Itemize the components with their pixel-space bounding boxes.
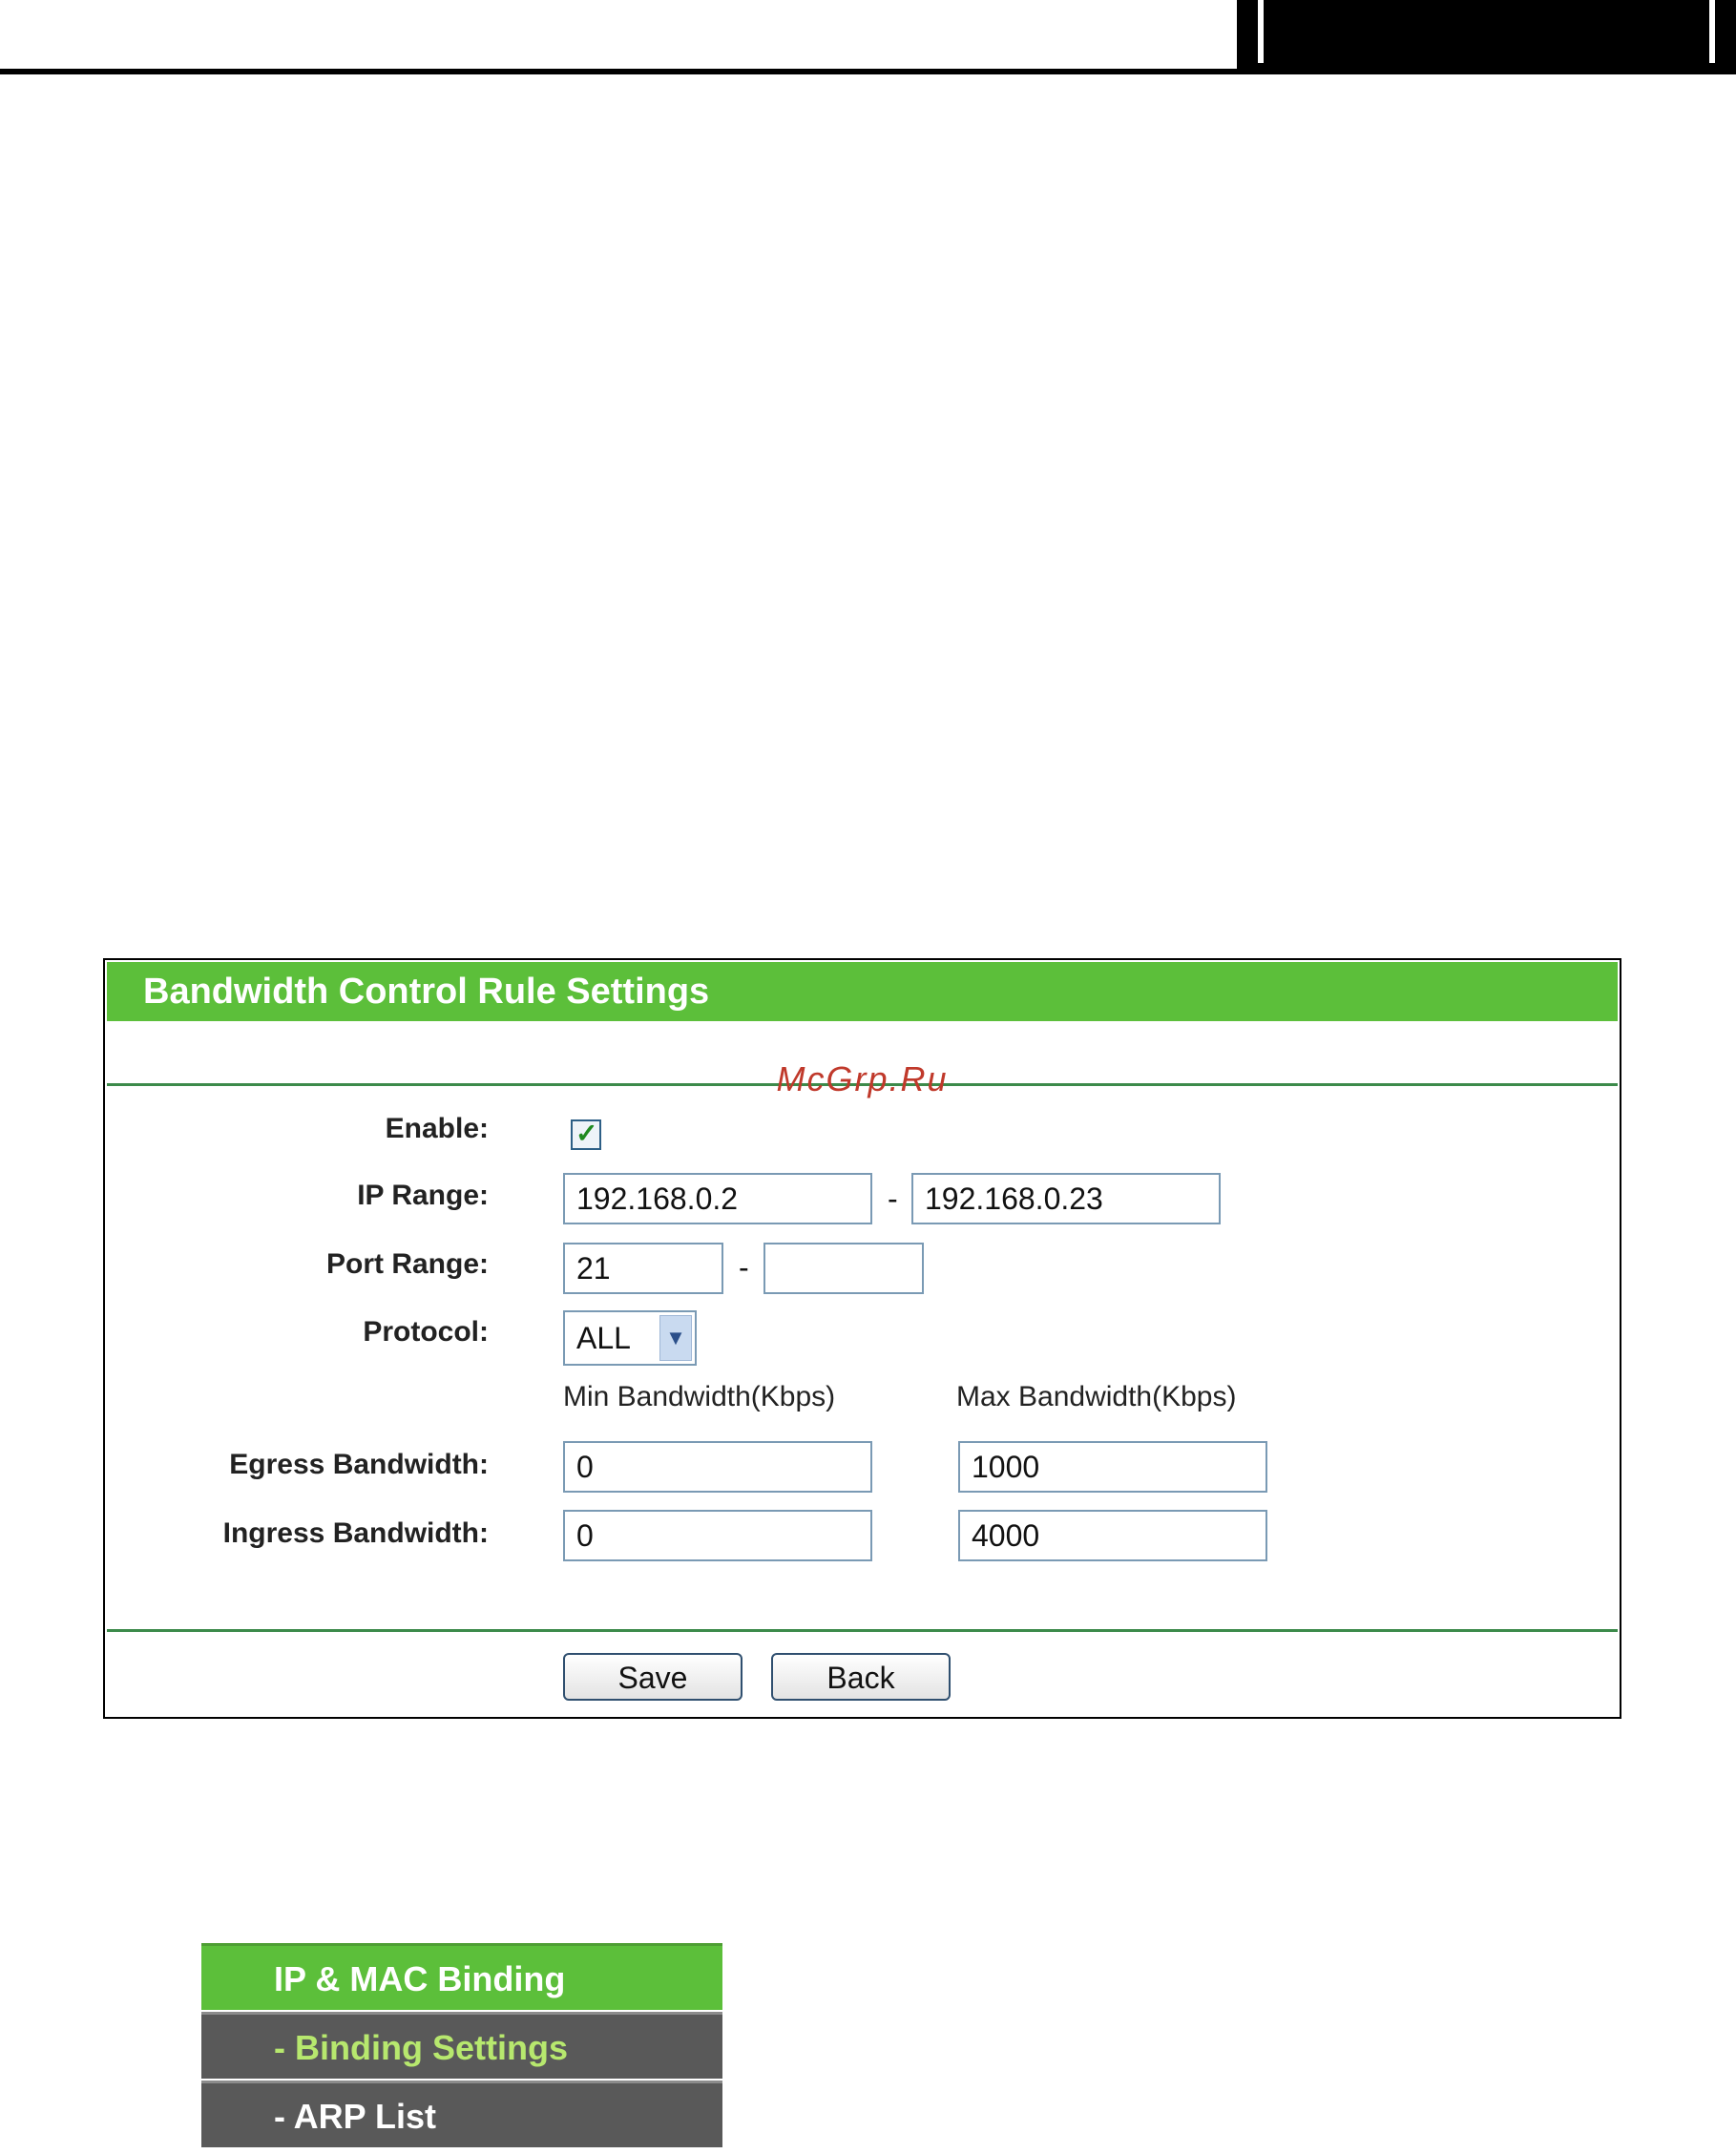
min-bandwidth-header: Min Bandwidth(Kbps)	[563, 1381, 836, 1412]
egress-max-input[interactable]: 1000	[958, 1441, 1267, 1493]
ingress-label: Ingress Bandwidth:	[222, 1517, 489, 1549]
watermark: McGrp.Ru	[776, 1059, 949, 1098]
protocol-select[interactable]: ALL ▼	[563, 1310, 697, 1366]
port-start-input[interactable]: 21	[563, 1243, 723, 1294]
ip-range-dash: -	[888, 1182, 898, 1216]
header-tab	[1237, 0, 1736, 73]
sidebar-menu: IP & MAC Binding - Binding Settings - AR…	[201, 1943, 722, 2147]
enable-checkbox[interactable]: ✓	[571, 1119, 601, 1150]
protocol-value: ALL	[576, 1321, 631, 1355]
ip-range-label: IP Range:	[357, 1180, 489, 1211]
sidebar-item-binding-settings[interactable]: - Binding Settings	[201, 2012, 722, 2079]
egress-label: Egress Bandwidth:	[229, 1449, 489, 1480]
ip-start-input[interactable]: 192.168.0.2	[563, 1173, 872, 1224]
ingress-max-input[interactable]: 4000	[958, 1510, 1267, 1561]
header-tab-edge-left	[1258, 0, 1264, 63]
ip-end-input[interactable]: 192.168.0.23	[911, 1173, 1221, 1224]
protocol-label: Protocol:	[363, 1316, 489, 1348]
sidebar-item-ip-mac-binding[interactable]: IP & MAC Binding	[201, 1943, 722, 2010]
back-button[interactable]: Back	[771, 1653, 951, 1701]
save-button[interactable]: Save	[563, 1653, 743, 1701]
chevron-down-icon[interactable]: ▼	[659, 1315, 692, 1361]
enable-label: Enable:	[385, 1113, 489, 1144]
port-range-dash: -	[739, 1250, 749, 1285]
max-bandwidth-header: Max Bandwidth(Kbps)	[956, 1381, 1237, 1412]
header-tab-edge-right	[1709, 0, 1715, 63]
port-end-input[interactable]	[763, 1243, 924, 1294]
divider-bottom	[107, 1629, 1618, 1632]
sidebar-item-arp-list[interactable]: - ARP List	[201, 2081, 722, 2147]
bandwidth-rule-panel: Bandwidth Control Rule Settings McGrp.Ru…	[103, 958, 1621, 1719]
port-range-label: Port Range:	[325, 1248, 489, 1280]
egress-min-input[interactable]: 0	[563, 1441, 872, 1493]
panel-title: Bandwidth Control Rule Settings	[107, 962, 1618, 1021]
ingress-min-input[interactable]: 0	[563, 1510, 872, 1561]
check-icon: ✓	[575, 1119, 598, 1148]
